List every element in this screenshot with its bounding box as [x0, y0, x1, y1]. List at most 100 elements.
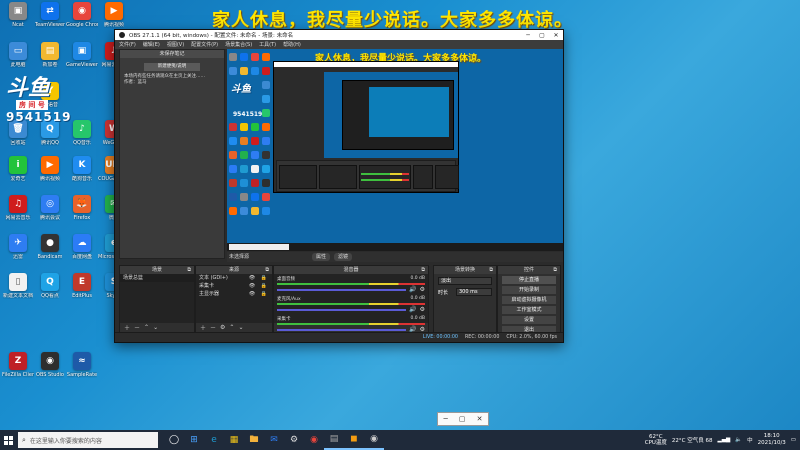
- start-recording-button[interactable]: 开始录制: [502, 286, 556, 294]
- obs-titlebar[interactable]: OBS 27.1.1 (64 bit, windows) - 配置文件: 未命名…: [115, 30, 563, 40]
- volume-slider[interactable]: [277, 328, 407, 331]
- source-item[interactable]: 采集卡 👁 🔒: [196, 282, 272, 290]
- speaker-icon[interactable]: 🔊: [409, 306, 416, 313]
- weather-text[interactable]: 22°C 空气良 68: [672, 436, 713, 444]
- menu-tools[interactable]: 工具(T): [259, 41, 276, 48]
- taskbar-app-icon[interactable]: ◯: [164, 430, 184, 450]
- desktop-icon[interactable]: ◎ 腾讯会议: [34, 195, 66, 221]
- duration-input[interactable]: 300 ms: [456, 288, 492, 296]
- transition-type-select[interactable]: 淡出: [438, 277, 492, 285]
- desktop-icon[interactable]: Z FileZilla Client: [2, 352, 34, 378]
- new-note-button[interactable]: 新建便笺/说明: [144, 63, 200, 71]
- volume-slider[interactable]: [277, 288, 407, 291]
- cpu-temp-widget[interactable]: 62°C CPU温度: [645, 434, 667, 446]
- notification-icon[interactable]: ▭: [791, 437, 796, 443]
- menu-profile[interactable]: 配置文件(P): [191, 41, 218, 48]
- desktop-icon[interactable]: ● Bandicam: [34, 234, 66, 260]
- taskbar-app-icon[interactable]: ▦: [224, 430, 244, 450]
- desktop-icon[interactable]: ♫ 网易云音乐: [2, 195, 34, 221]
- desktop-icon[interactable]: ▶ 腾讯视频: [34, 156, 66, 182]
- visibility-lock-icons[interactable]: 👁 🔒: [249, 290, 269, 298]
- desktop-icon[interactable]: ≈ SampleRate: [66, 352, 98, 378]
- mini-window[interactable]: ─ ▢ ✕: [437, 412, 489, 426]
- desktop-icon[interactable]: ✈ 迅雷: [2, 234, 34, 260]
- speaker-icon[interactable]: 🔊: [409, 286, 416, 293]
- close-icon[interactable]: ✕: [549, 32, 563, 39]
- close-icon[interactable]: ✕: [477, 415, 483, 423]
- desktop-icon[interactable]: K 酷狗音乐: [66, 156, 98, 182]
- taskbar-app-icon[interactable]: ⚙: [284, 430, 304, 450]
- obs-preview[interactable]: 斗鱼 9541519 家人休息，我尽量少说话。大家多多体谅。: [227, 49, 563, 251]
- ime-icon[interactable]: 中: [747, 436, 753, 444]
- maximize-icon[interactable]: ▢: [459, 415, 466, 423]
- dock-float-icon[interactable]: ⧉: [265, 266, 269, 274]
- visibility-lock-icons[interactable]: 👁 🔒: [249, 282, 269, 290]
- taskbar-app-icon[interactable]: ✉: [264, 430, 284, 450]
- add-icon[interactable]: ＋: [200, 323, 206, 332]
- start-button[interactable]: [0, 430, 16, 450]
- remove-icon[interactable]: －: [134, 323, 140, 332]
- obs-window[interactable]: OBS 27.1.1 (64 bit, windows) - 配置文件: 未命名…: [114, 29, 564, 343]
- preview-desktop-icon: [262, 67, 270, 75]
- gear-icon[interactable]: ⚙: [420, 306, 425, 313]
- desktop-icons: ▣ Ncat ⇄ TeamViewer ◉ Google Chrome ▶ 腾讯视频 ▭ 此电脑 ▤…: [0, 0, 130, 430]
- remove-icon[interactable]: －: [210, 323, 216, 332]
- source-item[interactable]: 主显示器 👁 🔒: [196, 290, 272, 298]
- desktop-icon[interactable]: 🦊 Firefox: [66, 195, 98, 221]
- desktop-icon[interactable]: ◉ OBS Studio: [34, 352, 66, 378]
- visibility-lock-icons[interactable]: 👁 🔒: [249, 274, 269, 282]
- volume-slider[interactable]: [277, 308, 407, 311]
- taskbar-app-icon[interactable]: ◉: [304, 430, 324, 450]
- dock-float-icon[interactable]: ⧉: [489, 266, 493, 274]
- taskbar-app-icon[interactable]: e: [204, 430, 224, 450]
- menu-edit[interactable]: 编辑(E): [143, 41, 160, 48]
- notes-text[interactable]: 本场内有些任务请观众在主页上关注…… 作者：蓝马: [124, 74, 220, 86]
- studio-mode-button[interactable]: 工作室模式: [502, 306, 556, 314]
- desktop-icon[interactable]: ▣ GameViewer: [66, 42, 98, 68]
- desktop-icon[interactable]: ▭ 此电脑: [2, 42, 34, 68]
- desktop-icon[interactable]: ▣ Ncat: [2, 2, 34, 28]
- desktop-icon[interactable]: ☁ 百度网盘: [66, 234, 98, 260]
- clock[interactable]: 18:10 2021/10/3: [758, 433, 786, 447]
- taskbar-app-icon[interactable]: ◼: [344, 430, 364, 450]
- taskbar-app-icon[interactable]: ⊞: [184, 430, 204, 450]
- start-virtual-camera-button[interactable]: 启动虚拟摄像机: [502, 296, 556, 304]
- dock-float-icon[interactable]: ⧉: [421, 266, 425, 274]
- menu-scene-collection[interactable]: 场景集合(S): [225, 41, 252, 48]
- volume-icon[interactable]: 🔈: [735, 437, 742, 443]
- move-down-icon[interactable]: ⌄: [238, 324, 243, 331]
- taskbar-app-icon[interactable]: ▤: [324, 430, 344, 450]
- minimize-icon[interactable]: ─: [521, 32, 535, 39]
- maximize-icon[interactable]: ▢: [535, 32, 549, 39]
- properties-button[interactable]: 属性: [312, 253, 331, 261]
- desktop-icon[interactable]: ⇄ TeamViewer: [34, 2, 66, 28]
- desktop-icon[interactable]: ▤ 新加卷: [34, 42, 66, 68]
- move-up-icon[interactable]: ⌃: [229, 324, 234, 331]
- filters-button[interactable]: 滤镜: [334, 253, 353, 261]
- taskbar-app-icon[interactable]: 🖿: [244, 430, 264, 450]
- scene-item[interactable]: 场景总篮: [120, 274, 194, 282]
- stop-streaming-button[interactable]: 停止直播: [502, 276, 556, 284]
- taskbar-app-icon[interactable]: ◉: [364, 430, 384, 450]
- minimize-icon[interactable]: ─: [444, 415, 448, 423]
- source-item[interactable]: 文本 (GDI+) 👁 🔒: [196, 274, 272, 282]
- dock-float-icon[interactable]: ⧉: [187, 266, 191, 274]
- desktop-icon[interactable]: ▯ 新建文本文档: [2, 273, 34, 299]
- menu-view[interactable]: 视图(V): [167, 41, 184, 48]
- move-down-icon[interactable]: ⌄: [153, 324, 158, 331]
- settings-button[interactable]: 设置: [502, 316, 556, 324]
- menu-help[interactable]: 帮助(H): [283, 41, 301, 48]
- network-icon[interactable]: ▂▄▆: [718, 437, 731, 443]
- gear-icon[interactable]: ⚙: [220, 324, 225, 331]
- move-up-icon[interactable]: ⌃: [144, 324, 149, 331]
- desktop-icon[interactable]: ▶ 腾讯视频: [98, 2, 130, 28]
- menu-file[interactable]: 文件(F): [119, 41, 136, 48]
- desktop-icon[interactable]: i 爱奇艺: [2, 156, 34, 182]
- desktop-icon[interactable]: ◉ Google Chrome: [66, 2, 98, 28]
- taskbar-search-box[interactable]: ⌕ 在这里输入你要搜索的内容: [18, 432, 158, 448]
- gear-icon[interactable]: ⚙: [420, 286, 425, 293]
- dock-float-icon[interactable]: ⧉: [553, 266, 557, 274]
- add-icon[interactable]: ＋: [124, 323, 130, 332]
- desktop-icon[interactable]: Q QQ看点: [34, 273, 66, 299]
- desktop-icon[interactable]: E EditPlus: [66, 273, 98, 299]
